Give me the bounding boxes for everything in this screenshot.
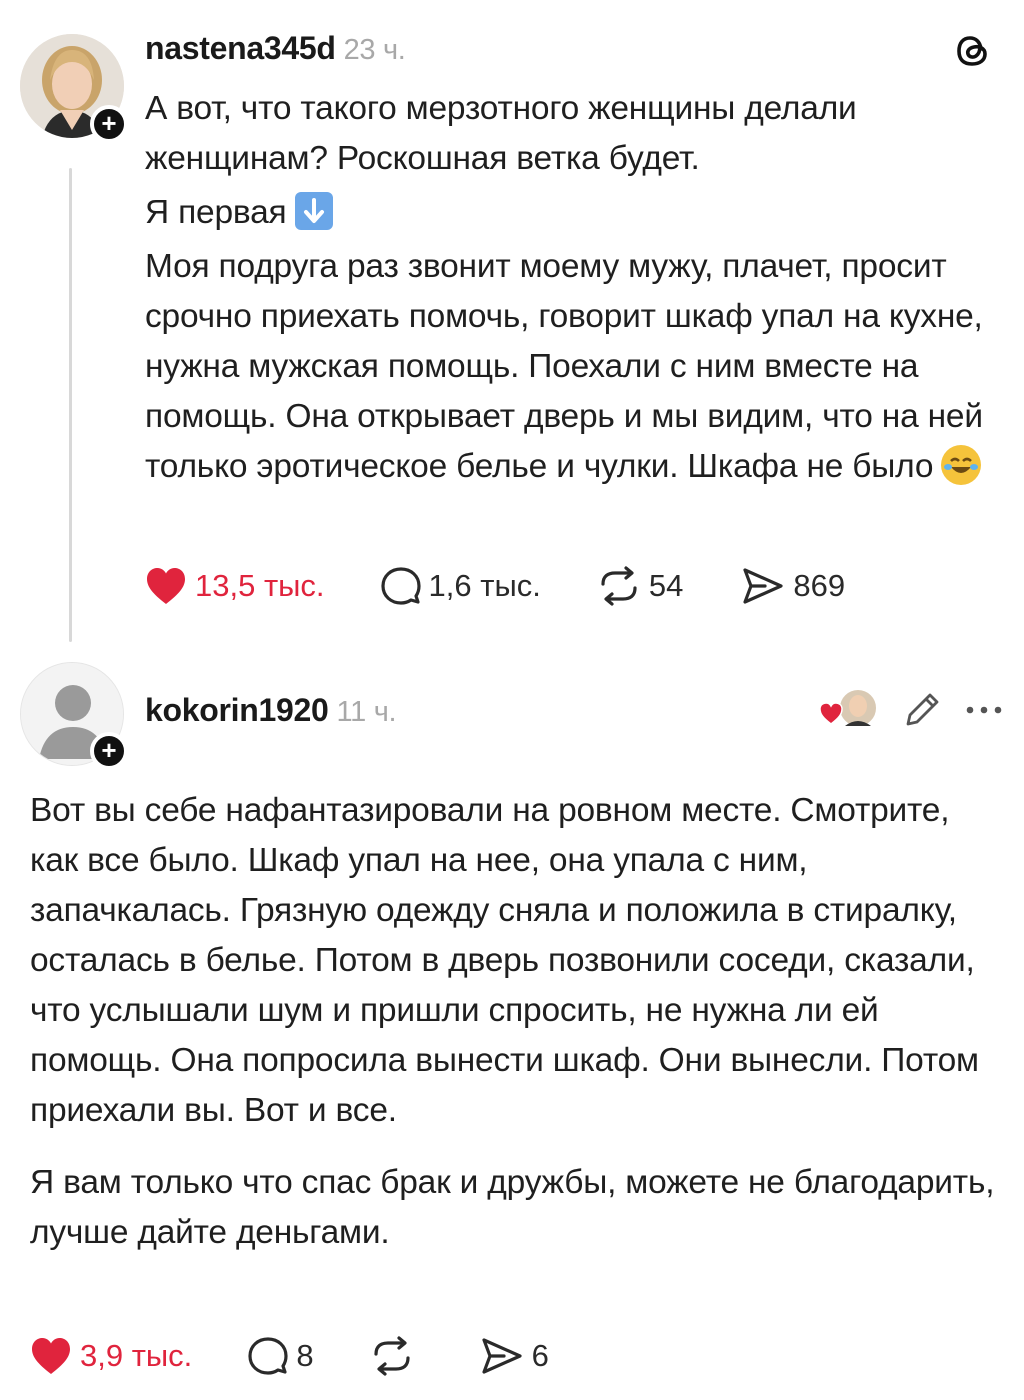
- post-paragraph: Я вам только что спас брак и дружбы, мож…: [30, 1164, 995, 1251]
- edit-icon[interactable]: [902, 690, 942, 730]
- post-text: Вот вы себе нафантазировали на ровном ме…: [30, 786, 1000, 1258]
- post-author[interactable]: kokorin1920 11 ч.: [145, 692, 397, 729]
- post-paragraph: А вот, что такого мерзотного женщины дел…: [145, 90, 857, 177]
- comment-icon: [248, 1337, 288, 1375]
- comment-count: 1,6 тыс.: [428, 568, 541, 603]
- threads-logo-icon[interactable]: [950, 28, 996, 74]
- post-time: 23 ч.: [343, 34, 406, 66]
- like-count: 13,5 тыс.: [195, 568, 325, 603]
- username[interactable]: kokorin1920: [145, 692, 329, 728]
- post-actions: 13,5 тыс. 1,6 тыс. 54 869: [145, 566, 845, 606]
- share-button[interactable]: 6: [480, 1336, 549, 1376]
- comment-count: 8: [296, 1338, 314, 1373]
- liked-by-author-icon[interactable]: [818, 688, 880, 732]
- repost-button[interactable]: [370, 1336, 422, 1376]
- repost-button[interactable]: 54: [597, 566, 683, 606]
- post-paragraph: Вот вы себе нафантазировали на ровном ме…: [30, 792, 979, 1129]
- share-icon: [481, 1338, 522, 1374]
- follow-plus-icon[interactable]: +: [90, 732, 128, 770]
- username[interactable]: nastena345d: [145, 30, 336, 66]
- more-icon[interactable]: [964, 690, 1004, 730]
- comment-icon: [380, 567, 421, 605]
- repost-count: 54: [648, 568, 684, 603]
- repost-icon: [601, 566, 637, 606]
- like-button[interactable]: 13,5 тыс.: [145, 566, 325, 606]
- post-reply: + kokorin1920 11 ч. Вот вы себе нафантази…: [0, 650, 1024, 1400]
- post-original: + nastena345d 23 ч. А вот, что такого мер…: [0, 0, 1024, 650]
- heart-icon: [32, 1338, 70, 1374]
- post-author[interactable]: nastena345d 23 ч.: [145, 30, 406, 67]
- heart-icon: [147, 568, 185, 604]
- comment-button[interactable]: 1,6 тыс.: [380, 566, 541, 606]
- share-count: 6: [531, 1338, 549, 1373]
- like-button[interactable]: 3,9 тыс.: [30, 1336, 192, 1376]
- share-button[interactable]: 869: [741, 566, 845, 606]
- post-paragraph: Я первая: [145, 188, 1005, 238]
- thread-connector-line: [69, 168, 72, 642]
- reply-header-icons: [818, 688, 1004, 732]
- follow-plus-icon[interactable]: +: [90, 105, 128, 143]
- post-actions: 3,9 тыс. 8 6: [30, 1336, 549, 1376]
- like-count: 3,9 тыс.: [80, 1338, 193, 1373]
- share-count: 869: [793, 568, 846, 603]
- repost-icon: [373, 1336, 410, 1376]
- arrow-down-emoji-icon: [294, 192, 333, 230]
- share-icon: [743, 568, 783, 604]
- post-paragraph: Моя подруга раз звонит моему мужу, плаче…: [145, 248, 983, 485]
- comment-button[interactable]: 8: [248, 1336, 314, 1376]
- post-text: А вот, что такого мерзотного женщины дел…: [145, 84, 1005, 492]
- post-time: 11 ч.: [336, 696, 397, 728]
- laughing-emoji-icon: [941, 445, 982, 485]
